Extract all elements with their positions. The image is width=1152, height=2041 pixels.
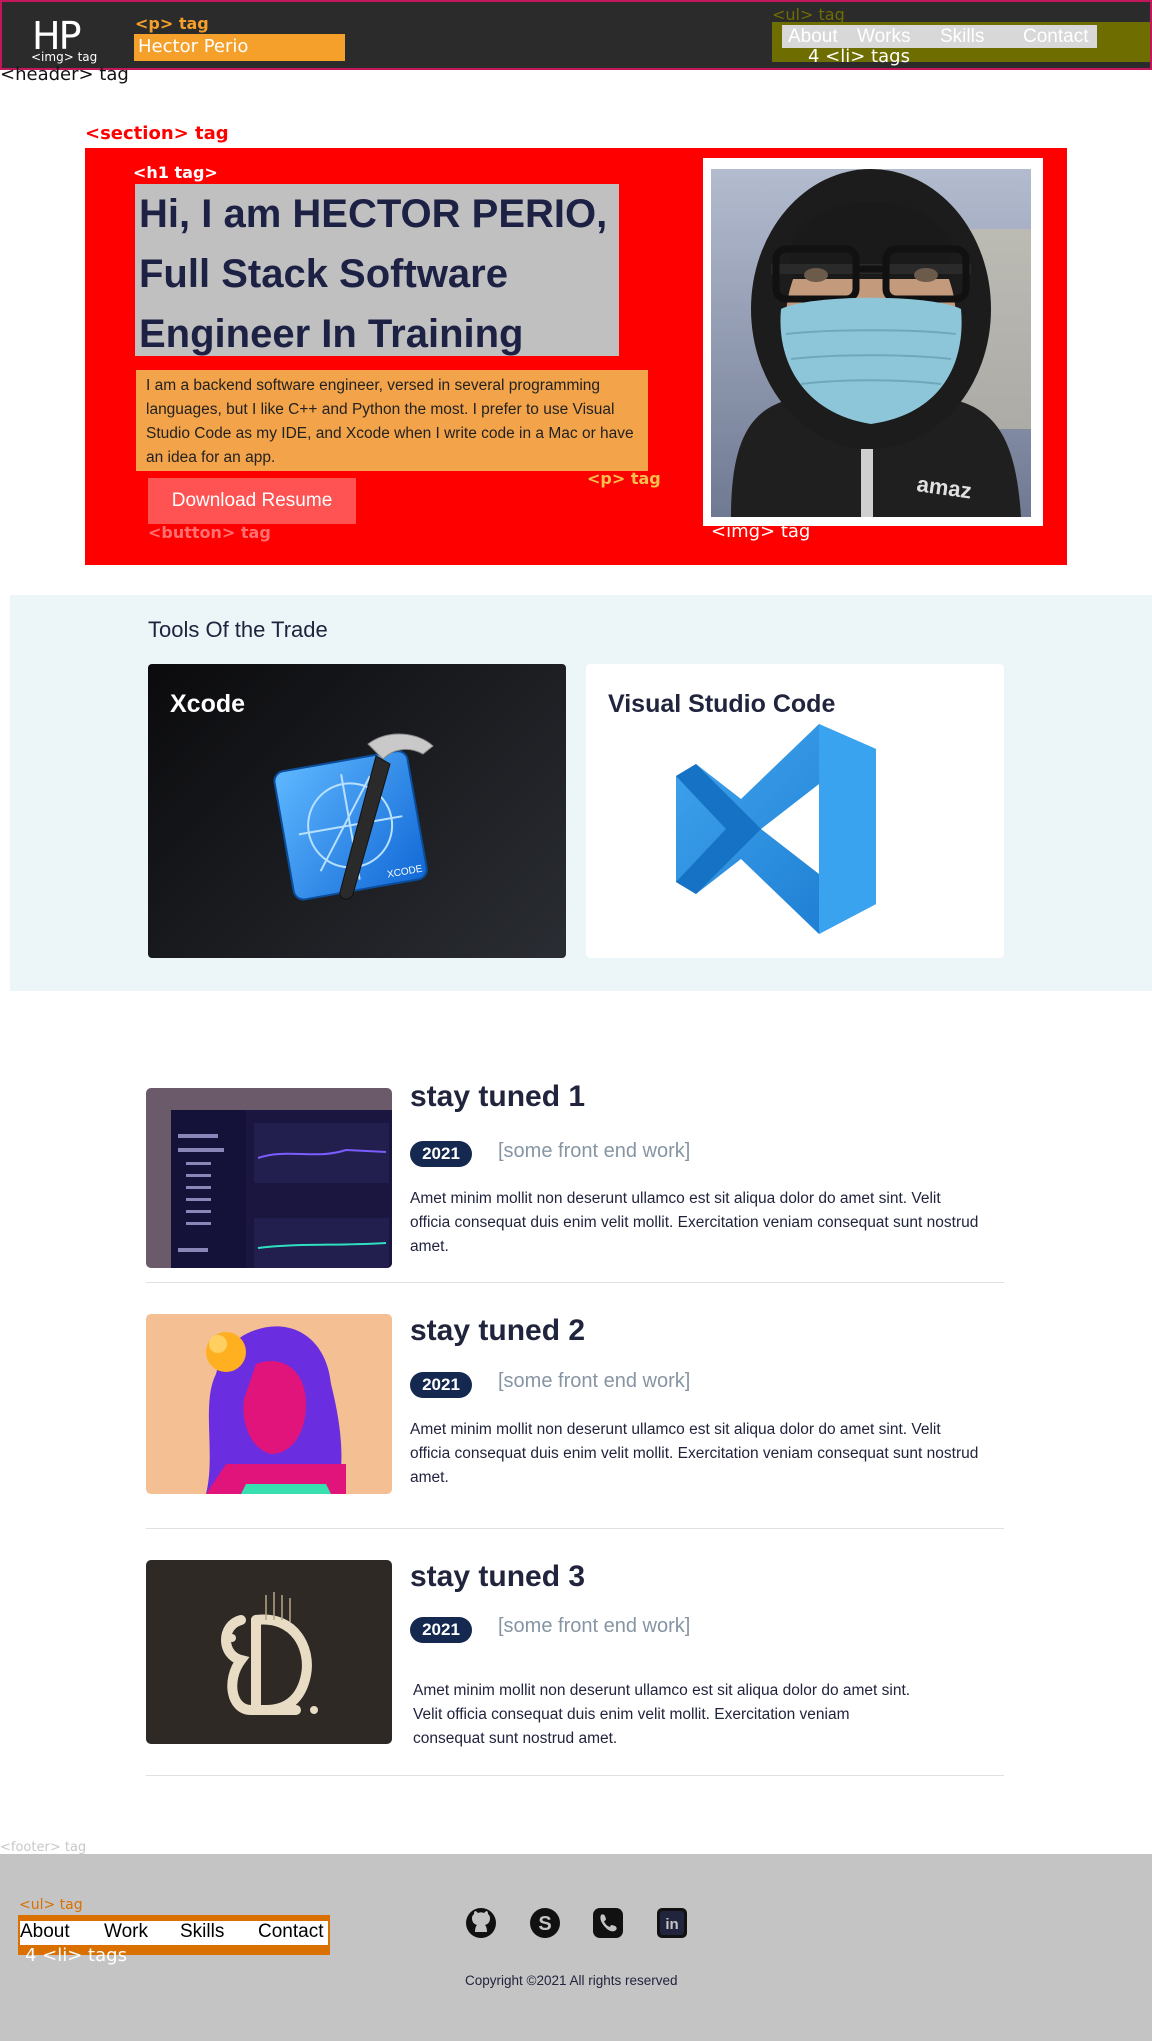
work-description: Amet minim mollit non deserunt ullamco e… (413, 1682, 911, 1747)
header-tag-annotation: <header> tag (0, 64, 129, 85)
hero-heading-line-3: Engineer In Training (139, 312, 524, 356)
logo-tag-annotation: <img> tag (31, 50, 98, 64)
work-description: Amet minim mollit non deserunt ullamco e… (410, 1190, 979, 1255)
work-title[interactable]: stay tuned 1 (410, 1080, 585, 1114)
work-thumbnail (146, 1560, 392, 1744)
nav-item-skills[interactable]: Skills (940, 26, 984, 48)
tool-name: Visual Studio Code (608, 690, 836, 718)
divider (146, 1282, 1004, 1283)
work-category: [some front end work] (498, 1140, 691, 1162)
nav-item-contact[interactable]: Contact (1023, 26, 1088, 48)
nav-item-works[interactable]: Works (857, 26, 910, 48)
profile-photo: amaz (711, 169, 1031, 517)
tools-section: Tools Of the Trade Xcode XCODE Visual St… (10, 595, 1152, 991)
hero-heading-line-2: Full Stack Software (139, 252, 508, 296)
svg-text:in: in (665, 1916, 678, 1933)
hero-heading: Hi, I am HECTOR PERIO, Full Stack Softwa… (135, 184, 619, 356)
li-tags-annotation: 4 <li> tags (808, 46, 910, 67)
download-resume-button[interactable]: Download Resume (148, 478, 356, 524)
footer-nav-skills[interactable]: Skills (180, 1921, 224, 1943)
hero-heading-line-1: Hi, I am HECTOR PERIO, (139, 192, 608, 236)
hero-intro: I am a backend software engineer, versed… (136, 370, 648, 471)
tool-name: Xcode (170, 690, 246, 718)
divider (146, 1528, 1004, 1529)
p-tag-annotation: <p> tag (135, 14, 209, 33)
work-title[interactable]: stay tuned 2 (410, 1314, 585, 1348)
nav-item-about[interactable]: About (788, 26, 838, 48)
vscode-icon (676, 724, 876, 934)
h1-tag-annotation: <h1 tag> (133, 163, 218, 182)
button-tag-annotation: <button> tag (148, 523, 271, 542)
work-thumbnail (146, 1088, 392, 1268)
hero-section: <h1 tag> Hi, I am HECTOR PERIO, Full Sta… (85, 148, 1067, 565)
xcode-icon: XCODE (273, 733, 434, 901)
copyright: Copyright ©2021 All rights reserved (465, 1973, 678, 1988)
footer-nav-contact[interactable]: Contact (258, 1921, 323, 1943)
year-badge: 2021 (410, 1141, 472, 1167)
footer-tag-annotation: <footer> tag (0, 1840, 87, 1855)
footer-nav-work[interactable]: Work (104, 1921, 148, 1943)
github-icon[interactable] (465, 1907, 497, 1939)
profile-photo-frame: amaz (703, 158, 1043, 526)
divider (146, 1775, 1004, 1776)
li-tags-annotation: 4 <li> tags (25, 1945, 127, 1966)
p-tag-annotation: <p> tag (587, 469, 661, 488)
tool-card-vscode[interactable]: Visual Studio Code (586, 664, 1004, 958)
section-tag-annotation: <section> tag (85, 123, 229, 144)
ul-tag-annotation: <ul> tag (19, 1897, 83, 1913)
work-thumbnail (146, 1314, 392, 1494)
main-nav: About Works Skills Contact 4 <li> tags (772, 22, 1150, 67)
year-badge: 2021 (410, 1617, 472, 1643)
svg-text:S: S (538, 1913, 551, 1935)
skype-icon[interactable]: S (529, 1907, 561, 1939)
work-title[interactable]: stay tuned 3 (410, 1560, 585, 1594)
work-category: [some front end work] (498, 1370, 691, 1392)
img-tag-annotation: <img> tag (711, 521, 811, 542)
linkedin-icon[interactable]: in (656, 1907, 688, 1939)
site-header: HP <img> tag <p> tag Hector Perio <ul> t… (0, 0, 1152, 70)
work-description: Amet minim mollit non deserunt ullamco e… (410, 1421, 979, 1486)
work-category: [some front end work] (498, 1615, 691, 1637)
footer-nav-about[interactable]: About (20, 1921, 70, 1943)
year-badge: 2021 (410, 1372, 472, 1398)
brand-name: Hector Perio (134, 34, 345, 61)
tools-title: Tools Of the Trade (148, 617, 328, 642)
phone-icon[interactable] (592, 1907, 624, 1939)
site-footer: <ul> tag About Work Skills Contact 4 <li… (0, 1854, 1152, 2041)
tool-card-xcode[interactable]: Xcode XCODE (148, 664, 566, 958)
